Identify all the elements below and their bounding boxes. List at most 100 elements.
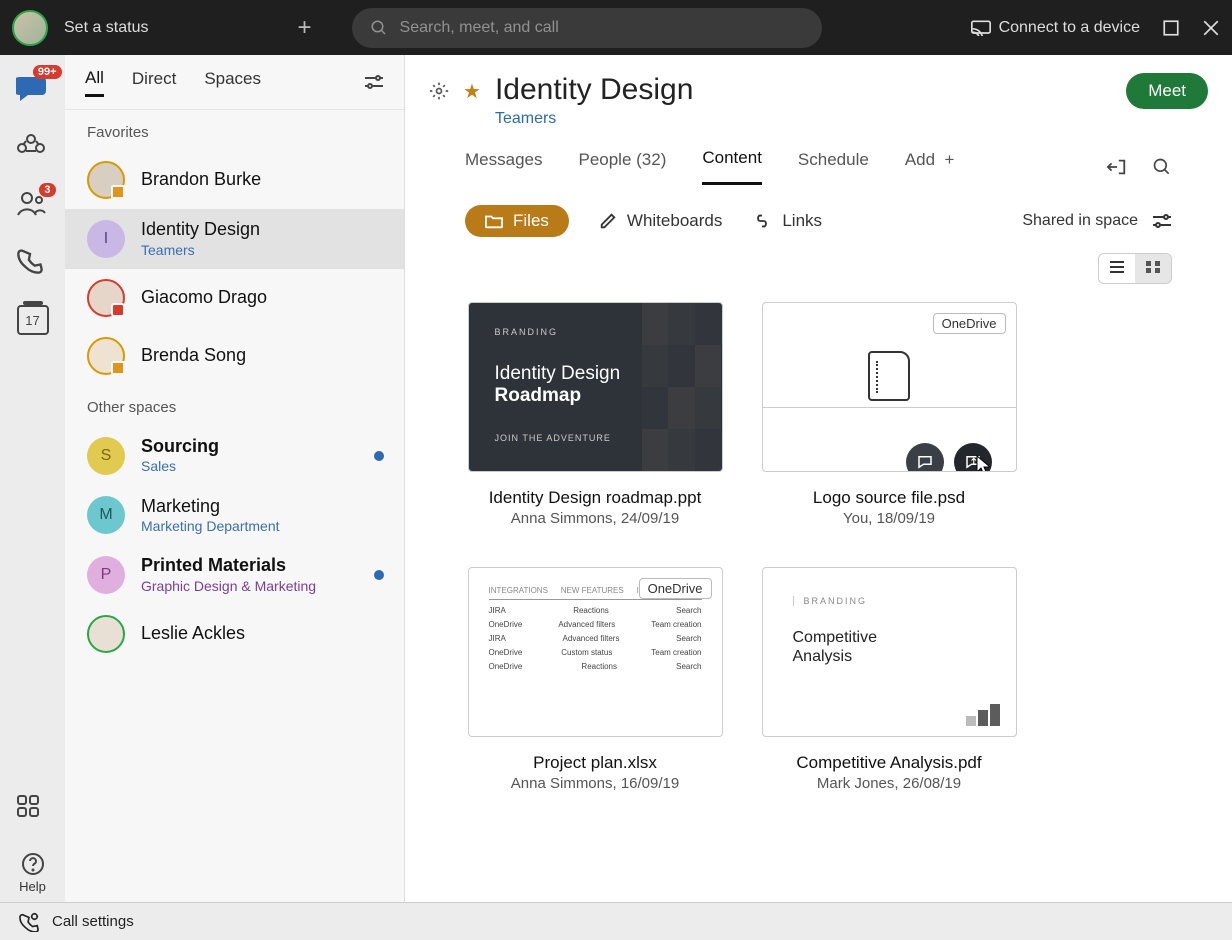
cast-icon xyxy=(971,20,991,36)
meet-button[interactable]: Meet xyxy=(1126,73,1208,109)
item-title: Leslie Ackles xyxy=(141,623,245,645)
file-thumbnail: BRANDING CompetitiveAnalysis xyxy=(762,567,1017,737)
avatar: S xyxy=(87,437,125,475)
file-meta: Mark Jones, 26/08/19 xyxy=(817,775,961,792)
file-card[interactable]: OneDrive Update file share Logo xyxy=(759,302,1019,527)
item-title: Sourcing xyxy=(141,436,219,458)
shared-in-space-label[interactable]: Shared in space xyxy=(1022,212,1138,230)
connect-device-button[interactable]: Connect to a device xyxy=(971,19,1140,37)
tab-spaces[interactable]: Spaces xyxy=(204,69,261,95)
avatar: M xyxy=(87,496,125,534)
file-card[interactable]: BRANDING CompetitiveAnalysis Competitive… xyxy=(759,567,1019,792)
space-team-link[interactable]: Teamers xyxy=(495,110,693,128)
file-card[interactable]: OneDrive INTEGRATIONSNEW FEATURESIMPROVE… xyxy=(465,567,725,792)
avatar xyxy=(87,337,125,375)
item-subtitle: Teamers xyxy=(141,241,260,259)
list-view-button[interactable] xyxy=(1099,254,1135,283)
chat-icon[interactable]: 99+ xyxy=(16,73,50,103)
sidebar-tabs: All Direct Spaces xyxy=(65,55,404,110)
call-settings-icon[interactable] xyxy=(18,912,40,932)
search-icon xyxy=(370,19,388,37)
sidebar-item-leslie[interactable]: Leslie Ackles xyxy=(65,605,404,663)
nav-rail: 99+ 3 17 Help xyxy=(0,55,65,902)
document-icon xyxy=(868,351,910,401)
contacts-icon[interactable]: 3 xyxy=(16,189,50,219)
item-title: Brandon Burke xyxy=(141,169,261,191)
file-name: Identity Design roadmap.ppt xyxy=(489,488,702,508)
tab-content[interactable]: Content xyxy=(702,148,762,185)
pill-whiteboards[interactable]: Whiteboards xyxy=(599,211,722,231)
file-meta: Anna Simmons, 24/09/19 xyxy=(511,510,679,527)
space-header: ★ Identity Design Teamers Meet xyxy=(405,55,1232,128)
gear-icon[interactable] xyxy=(429,81,449,101)
call-settings-link[interactable]: Call settings xyxy=(52,913,134,930)
global-search[interactable]: Search, meet, and call xyxy=(352,8,822,48)
apps-icon[interactable] xyxy=(16,794,50,824)
tab-messages[interactable]: Messages xyxy=(465,150,542,184)
pill-links[interactable]: Links xyxy=(752,211,822,231)
calls-icon[interactable] xyxy=(16,247,50,277)
open-chat-button[interactable] xyxy=(906,443,944,472)
pill-label: Whiteboards xyxy=(627,211,722,231)
set-status-button[interactable]: Set a status xyxy=(64,19,149,37)
pencil-icon xyxy=(599,212,617,230)
calendar-icon[interactable]: 17 xyxy=(17,305,49,335)
tab-people[interactable]: People (32) xyxy=(578,150,666,184)
folder-icon xyxy=(485,213,503,229)
sidebar-item-giacomo[interactable]: Giacomo Drago xyxy=(65,269,404,327)
item-title: Marketing xyxy=(141,496,280,518)
item-subtitle: Graphic Design & Marketing xyxy=(141,577,316,595)
sidebar-item-sourcing[interactable]: S SourcingSales xyxy=(65,426,404,486)
title-bar: Set a status + Search, meet, and call Co… xyxy=(0,0,1232,55)
onedrive-badge: OneDrive xyxy=(639,578,712,599)
avatar xyxy=(87,161,125,199)
search-icon[interactable] xyxy=(1152,157,1172,177)
sidebar-item-identity-design[interactable]: I Identity DesignTeamers xyxy=(65,209,404,269)
help-icon xyxy=(21,852,45,876)
item-subtitle: Marketing Department xyxy=(141,517,280,535)
content-area: Files Whiteboards Links Shared in space xyxy=(405,185,1232,812)
status-bar: Call settings xyxy=(0,902,1232,940)
item-title: Identity Design xyxy=(141,219,260,241)
tab-all[interactable]: All xyxy=(85,68,104,97)
sidebar-item-brenda[interactable]: Brenda Song xyxy=(65,327,404,385)
help-button[interactable]: Help xyxy=(19,852,46,894)
sidebar-item-printed[interactable]: P Printed MaterialsGraphic Design & Mark… xyxy=(65,545,404,605)
update-share-button[interactable]: Update file share xyxy=(954,443,992,472)
avatar: P xyxy=(87,556,125,594)
sidebar-item-brandon[interactable]: Brandon Burke xyxy=(65,151,404,209)
unread-dot xyxy=(374,570,384,580)
filter-icon[interactable] xyxy=(1152,213,1172,229)
item-title: Giacomo Drago xyxy=(141,287,267,309)
plus-icon[interactable]: + xyxy=(298,14,312,42)
other-spaces-header: Other spaces xyxy=(65,385,404,426)
space-title: Identity Design xyxy=(495,73,693,106)
sidebar-item-marketing[interactable]: M MarketingMarketing Department xyxy=(65,486,404,546)
view-toggle xyxy=(1098,253,1172,284)
link-icon xyxy=(752,212,772,230)
star-icon[interactable]: ★ xyxy=(463,79,481,104)
teams-icon[interactable] xyxy=(16,131,50,161)
close-icon[interactable] xyxy=(1202,19,1220,37)
maximize-icon[interactable] xyxy=(1162,19,1180,37)
avatar xyxy=(87,279,125,317)
avatar: I xyxy=(87,220,125,258)
pill-files[interactable]: Files xyxy=(465,205,569,237)
onedrive-badge: OneDrive xyxy=(933,313,1006,334)
file-meta: Anna Simmons, 16/09/19 xyxy=(511,775,679,792)
leave-icon[interactable] xyxy=(1106,157,1128,177)
main-panel: ★ Identity Design Teamers Meet Messages … xyxy=(405,55,1232,902)
favorites-header: Favorites xyxy=(65,110,404,151)
file-name: Logo source file.psd xyxy=(813,488,965,508)
file-card[interactable]: BRANDING Identity Design Roadmap JOIN TH… xyxy=(465,302,725,527)
unread-dot xyxy=(374,451,384,461)
grid-view-button[interactable] xyxy=(1135,254,1171,283)
help-label: Help xyxy=(19,879,46,894)
tab-schedule[interactable]: Schedule xyxy=(798,150,869,184)
user-avatar[interactable] xyxy=(12,10,48,46)
avatar xyxy=(87,615,125,653)
filter-icon[interactable] xyxy=(364,74,384,90)
tab-direct[interactable]: Direct xyxy=(132,69,176,95)
file-thumbnail: BRANDING Identity Design Roadmap JOIN TH… xyxy=(468,302,723,472)
tab-add[interactable]: Add + xyxy=(905,150,955,184)
